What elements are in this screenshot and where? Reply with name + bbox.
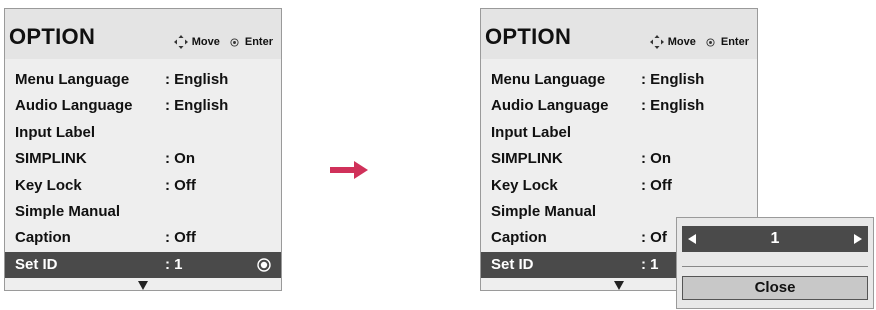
enter-select-icon [257, 258, 271, 272]
right-arrow-icon [330, 161, 368, 179]
menu-item-set-id[interactable]: Set ID : 1 [5, 251, 281, 279]
menu-item-value: : Off [165, 176, 196, 194]
scroll-down-icon[interactable] [614, 281, 624, 290]
menu-item-label: Input Label [491, 123, 571, 141]
menu-header: OPTION Move Enter [5, 9, 281, 59]
menu-body: Menu Language : English Audio Language :… [5, 59, 281, 290]
menu-item-value: : English [165, 71, 229, 88]
menu-item-simple-manual[interactable]: Simple Manual [5, 199, 281, 225]
menu-item-caption[interactable]: Caption : Off [5, 225, 281, 251]
menu-item-value: : Off [641, 176, 672, 194]
menu-item-label: Simple Manual [491, 202, 597, 220]
nav-hints: Move Enter [649, 35, 749, 49]
popup-divider [682, 266, 868, 267]
nav-hints: Move Enter [173, 35, 273, 49]
move-hint-label: Move [667, 36, 696, 48]
option-menu-before: OPTION Move Enter Menu Language : Englis… [4, 8, 282, 291]
move-hint-label: Move [191, 36, 220, 48]
menu-item-simplink[interactable]: SIMPLINK : On [5, 146, 281, 172]
menu-item-value: : Off [165, 229, 196, 247]
menu-item-label: Set ID [15, 255, 58, 273]
menu-item-input-label[interactable]: Input Label [5, 120, 281, 146]
menu-item-label: Key Lock [15, 176, 82, 194]
menu-item-value: : On [641, 150, 671, 168]
menu-item-value: : English [641, 97, 705, 115]
decrease-arrow-icon[interactable] [688, 234, 696, 244]
menu-item-label: SIMPLINK [491, 150, 563, 168]
move-arrows-icon [173, 35, 188, 49]
set-id-value: 1 [770, 230, 780, 247]
menu-title: OPTION [485, 24, 572, 49]
menu-item-menu-language[interactable]: Menu Language : English [5, 67, 281, 93]
move-arrows-icon [649, 35, 664, 49]
menu-item-label: Audio Language [491, 97, 609, 115]
menu-item-label: SIMPLINK [15, 150, 87, 168]
enter-hint-label: Enter [244, 36, 273, 48]
menu-item-label: Caption [491, 229, 547, 247]
menu-item-value: : English [165, 97, 229, 115]
menu-item-value: : English [641, 71, 705, 88]
menu-item-audio-language[interactable]: Audio Language : English [481, 93, 757, 119]
menu-item-value: : 1 [641, 255, 659, 273]
menu-item-input-label[interactable]: Input Label [481, 120, 757, 146]
menu-item-audio-language[interactable]: Audio Language : English [5, 93, 281, 119]
menu-item-label: Simple Manual [15, 202, 121, 220]
menu-item-label: Menu Language [15, 71, 130, 88]
menu-title: OPTION [9, 24, 96, 49]
menu-item-value: : Of [641, 229, 667, 247]
close-button[interactable]: Close [682, 276, 868, 300]
menu-item-value: : 1 [165, 255, 183, 273]
menu-item-label: Menu Language [491, 71, 606, 88]
menu-item-label: Input Label [15, 123, 95, 141]
set-id-selector[interactable]: 1 [682, 226, 868, 252]
enter-icon [230, 37, 239, 47]
scroll-down-icon[interactable] [138, 281, 148, 290]
menu-item-simplink[interactable]: SIMPLINK : On [481, 146, 757, 172]
menu-item-key-lock[interactable]: Key Lock : Off [481, 173, 757, 199]
menu-header: OPTION Move Enter [481, 9, 757, 59]
menu-item-value: : On [165, 150, 195, 168]
set-id-popup: 1 Close [676, 217, 874, 309]
menu-item-label: Audio Language [15, 97, 133, 115]
menu-item-label: Key Lock [491, 176, 558, 194]
enter-hint-label: Enter [720, 36, 749, 48]
menu-item-label: Set ID [491, 255, 534, 273]
increase-arrow-icon[interactable] [854, 234, 862, 244]
menu-item-label: Caption [15, 229, 71, 247]
menu-item-key-lock[interactable]: Key Lock : Off [5, 173, 281, 199]
menu-item-menu-language[interactable]: Menu Language : English [481, 67, 757, 93]
enter-icon [706, 37, 715, 47]
